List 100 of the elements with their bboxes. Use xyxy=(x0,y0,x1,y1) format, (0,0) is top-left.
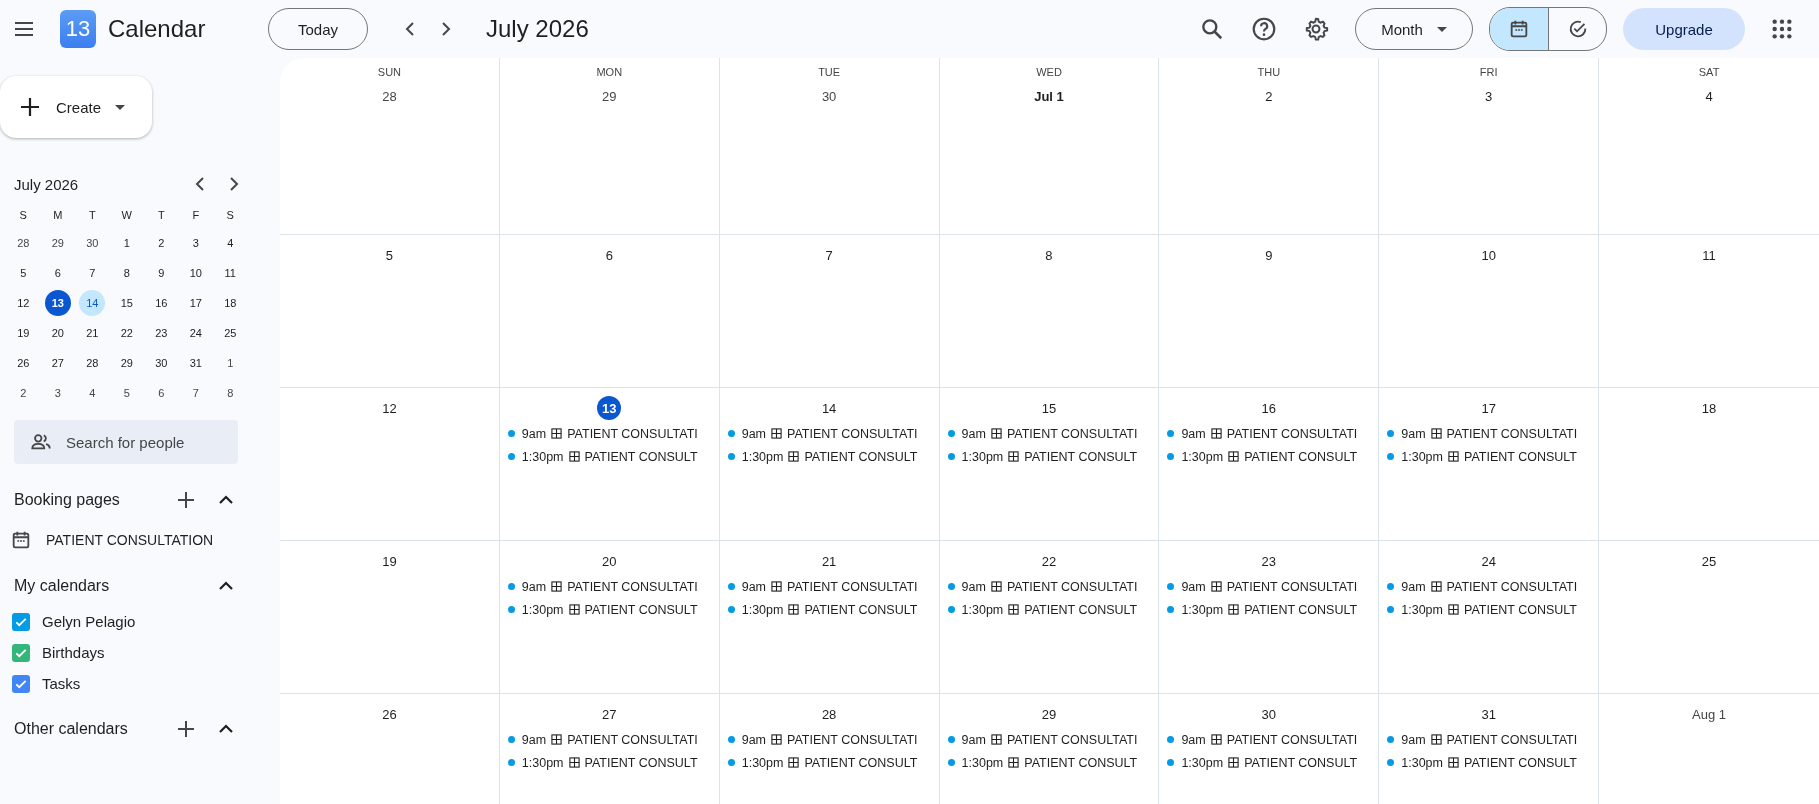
mini-calendar-day[interactable]: 2 xyxy=(10,380,37,406)
calendar-checkbox[interactable] xyxy=(12,643,30,662)
mini-calendar-day[interactable]: 4 xyxy=(217,230,244,256)
day-number[interactable]: 14 xyxy=(817,396,842,420)
day-number[interactable]: 26 xyxy=(377,702,402,726)
day-number[interactable]: 27 xyxy=(597,702,622,726)
search-input[interactable]: Search for people xyxy=(66,433,216,451)
day-number[interactable]: 21 xyxy=(817,549,842,573)
event-chip[interactable]: 9am PATIENT CONSULTATI xyxy=(947,728,1159,751)
day-number[interactable]: 30 xyxy=(1256,702,1281,726)
day-number[interactable]: 29 xyxy=(1037,702,1061,726)
mini-calendar-day[interactable]: 21 xyxy=(79,320,106,346)
day-number[interactable]: 23 xyxy=(1256,549,1281,573)
event-chip[interactable]: 1:30pm PATIENT CONSULT xyxy=(947,598,1159,621)
event-chip[interactable]: 1:30pm PATIENT CONSULT xyxy=(1387,598,1599,621)
mini-calendar-day[interactable]: 8 xyxy=(217,380,244,406)
mini-calendar-day[interactable]: 13 xyxy=(44,290,71,316)
event-chip[interactable]: 9am PATIENT CONSULTATI xyxy=(507,422,719,445)
day-number[interactable]: 19 xyxy=(377,549,402,573)
day-number[interactable]: Aug 1 xyxy=(1690,702,1729,726)
event-chip[interactable]: 9am PATIENT CONSULTATI xyxy=(947,422,1159,445)
day-number[interactable]: 31 xyxy=(1476,702,1501,726)
day-number[interactable]: 24 xyxy=(1476,549,1501,573)
mini-calendar-day[interactable]: 1 xyxy=(113,230,140,256)
mini-calendar-day[interactable]: 26 xyxy=(10,350,37,376)
mini-calendar-day[interactable]: 16 xyxy=(148,290,175,316)
mini-calendar-day[interactable]: 15 xyxy=(113,290,140,316)
mini-calendar-day[interactable]: 4 xyxy=(79,380,106,406)
event-chip[interactable]: 1:30pm PATIENT CONSULT xyxy=(1167,445,1379,468)
day-number[interactable]: 6 xyxy=(597,243,622,267)
event-chip[interactable]: 1:30pm PATIENT CONSULT xyxy=(727,598,939,621)
mini-calendar-day[interactable]: 28 xyxy=(10,230,37,256)
mini-calendar-day[interactable]: 5 xyxy=(10,260,37,286)
event-chip[interactable]: 1:30pm PATIENT CONSULT xyxy=(727,445,939,468)
mini-calendar-day[interactable]: 25 xyxy=(217,320,244,346)
mini-calendar-day[interactable]: 29 xyxy=(44,230,71,256)
upgrade-button[interactable]: Upgrade xyxy=(1623,8,1745,50)
mini-calendar-day[interactable]: 30 xyxy=(148,350,175,376)
event-chip[interactable]: 9am PATIENT CONSULTATI xyxy=(1167,575,1379,598)
event-chip[interactable]: 9am PATIENT CONSULTATI xyxy=(727,575,939,598)
event-chip[interactable]: 1:30pm PATIENT CONSULT xyxy=(507,751,719,774)
mini-calendar-day[interactable]: 31 xyxy=(182,350,209,376)
event-chip[interactable]: 1:30pm PATIENT CONSULT xyxy=(507,598,719,621)
day-number[interactable]: 7 xyxy=(817,243,842,267)
mini-calendar-day[interactable]: 20 xyxy=(44,320,71,346)
event-chip[interactable]: 1:30pm PATIENT CONSULT xyxy=(947,445,1159,468)
settings-icon[interactable] xyxy=(1303,16,1329,42)
event-chip[interactable]: 9am PATIENT CONSULTATI xyxy=(1167,422,1379,445)
day-number[interactable]: 29 xyxy=(597,84,622,108)
mini-calendar-day[interactable]: 3 xyxy=(182,230,209,256)
mini-calendar-day[interactable]: 9 xyxy=(148,260,175,286)
event-chip[interactable]: 1:30pm PATIENT CONSULT xyxy=(1167,598,1379,621)
day-number[interactable]: 13 xyxy=(597,396,622,420)
mini-calendar-day[interactable]: 6 xyxy=(44,260,71,286)
event-chip[interactable]: 9am PATIENT CONSULTATI xyxy=(1387,575,1599,598)
search-icon[interactable] xyxy=(1199,16,1225,42)
mini-calendar-day[interactable]: 8 xyxy=(113,260,140,286)
day-number[interactable]: 9 xyxy=(1256,243,1281,267)
day-number[interactable]: 2 xyxy=(1256,84,1281,108)
mini-calendar-day[interactable]: 27 xyxy=(44,350,71,376)
mini-calendar-day[interactable]: 17 xyxy=(182,290,209,316)
day-number[interactable]: 4 xyxy=(1697,84,1722,108)
event-chip[interactable]: 1:30pm PATIENT CONSULT xyxy=(507,445,719,468)
create-button[interactable]: Create xyxy=(0,76,152,138)
day-number[interactable]: 15 xyxy=(1037,396,1061,420)
event-chip[interactable]: 1:30pm PATIENT CONSULT xyxy=(947,751,1159,774)
event-chip[interactable]: 1:30pm PATIENT CONSULT xyxy=(1167,751,1379,774)
mini-calendar-day[interactable]: 22 xyxy=(113,320,140,346)
event-chip[interactable]: 9am PATIENT CONSULTATI xyxy=(947,575,1159,598)
mini-calendar-day[interactable]: 19 xyxy=(10,320,37,346)
apps-icon[interactable] xyxy=(1771,18,1793,40)
day-number[interactable]: 20 xyxy=(597,549,622,573)
mini-calendar-day[interactable]: 1 xyxy=(217,350,244,376)
mini-calendar-day[interactable]: 12 xyxy=(10,290,37,316)
mini-calendar-day[interactable]: 10 xyxy=(182,260,209,286)
event-chip[interactable]: 9am PATIENT CONSULTATI xyxy=(507,728,719,751)
calendar-checkbox[interactable] xyxy=(12,612,30,631)
day-number[interactable]: 28 xyxy=(817,702,842,726)
mini-calendar-day[interactable]: 6 xyxy=(148,380,175,406)
help-icon[interactable] xyxy=(1251,16,1277,42)
mini-calendar-day[interactable]: 29 xyxy=(113,350,140,376)
event-chip[interactable]: 9am PATIENT CONSULTATI xyxy=(1387,728,1599,751)
event-chip[interactable]: 1:30pm PATIENT CONSULT xyxy=(1387,445,1599,468)
mini-calendar-day[interactable]: 30 xyxy=(79,230,106,256)
event-chip[interactable]: 1:30pm PATIENT CONSULT xyxy=(1387,751,1599,774)
mini-calendar-day[interactable]: 7 xyxy=(79,260,106,286)
mini-calendar-day[interactable]: 11 xyxy=(217,260,244,286)
day-number[interactable]: 18 xyxy=(1697,396,1722,420)
mini-calendar-day[interactable]: 5 xyxy=(113,380,140,406)
event-chip[interactable]: 9am PATIENT CONSULTATI xyxy=(1167,728,1379,751)
day-number[interactable]: 22 xyxy=(1037,549,1061,573)
day-number[interactable]: 25 xyxy=(1697,549,1722,573)
day-number[interactable]: 11 xyxy=(1697,243,1722,267)
day-number[interactable]: 10 xyxy=(1476,243,1501,267)
day-number[interactable]: 3 xyxy=(1476,84,1501,108)
mini-calendar-day[interactable]: 7 xyxy=(182,380,209,406)
search-people-field[interactable]: Search for people xyxy=(14,420,238,464)
event-chip[interactable]: 9am PATIENT CONSULTATI xyxy=(507,575,719,598)
event-chip[interactable]: 9am PATIENT CONSULTATI xyxy=(1387,422,1599,445)
mini-calendar-day[interactable]: 28 xyxy=(79,350,106,376)
